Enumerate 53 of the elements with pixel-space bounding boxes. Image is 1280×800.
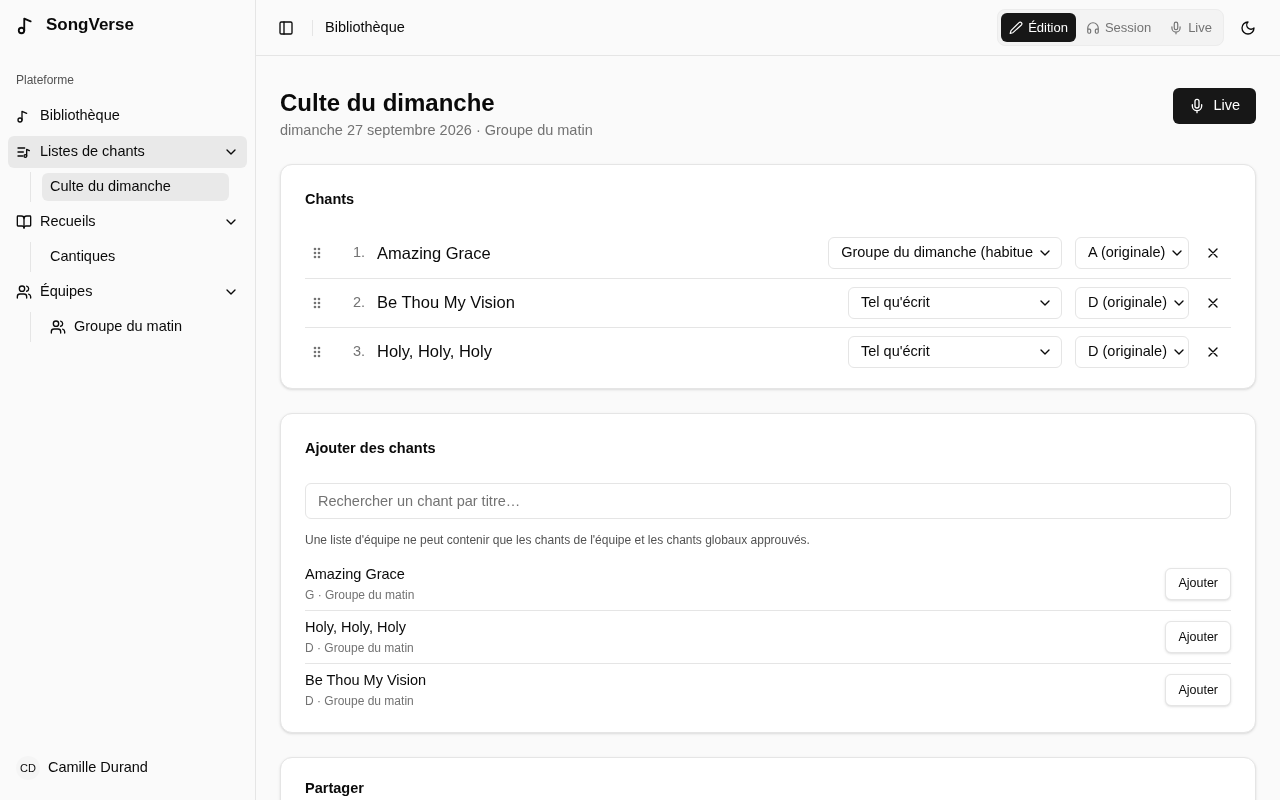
song-meta: D · Groupe du matin	[305, 693, 415, 711]
user-name: Camille Durand	[48, 758, 148, 778]
song-title: Holy, Holy, Holy	[377, 341, 493, 363]
song-title: Amazing Grace	[305, 564, 406, 584]
add-button[interactable]: Ajouter	[1165, 674, 1231, 707]
arrangement-select[interactable]: Tel qu'écrit	[848, 335, 1062, 368]
list-music-icon	[16, 144, 32, 160]
headphones-icon	[1085, 20, 1100, 35]
mode-tab[interactable]: Live	[1161, 13, 1220, 42]
users-icon	[50, 319, 66, 335]
mode-tab[interactable]: Édition	[1001, 13, 1076, 42]
users-icon	[16, 284, 32, 300]
page-title: Culte du dimanche	[280, 88, 496, 118]
app-name: SongVerse	[46, 14, 134, 37]
user-avatar: CD	[16, 756, 40, 780]
song-title: Amazing Grace	[377, 242, 492, 264]
section-label: Plateforme	[15, 72, 76, 88]
mode-tab[interactable]: Session	[1077, 13, 1160, 42]
add-button[interactable]: Ajouter	[1165, 567, 1231, 600]
sidebar-item[interactable]: Équipes	[8, 276, 247, 308]
song-meta: D · Groupe du matin	[305, 640, 415, 658]
page-subtitle: dimanche 27 septembre 2026 · Groupe du matin	[280, 121, 593, 140]
help-text: Une liste d'équipe ne peut contenir que les chants de l'équipe et les chants globaux approuvés.	[305, 532, 811, 550]
pencil-icon	[1009, 20, 1024, 35]
sidebar-item[interactable]: Recueils	[8, 206, 247, 238]
arrangement-select[interactable]: Tel qu'écrit	[848, 286, 1062, 319]
key-select[interactable]: A (originale)	[1075, 237, 1189, 269]
song-number: 1.	[351, 243, 366, 263]
add-button[interactable]: Ajouter	[1165, 621, 1231, 654]
moon-icon	[1240, 19, 1256, 36]
arrangement-select[interactable]: Groupe du dimanche (habitue	[828, 237, 1062, 269]
sidebar-toggle-icon	[278, 19, 294, 36]
sidebar-item[interactable]: Bibliothèque	[8, 100, 247, 132]
song-number: 3.	[351, 341, 366, 361]
card-title: Partager	[305, 779, 365, 799]
live-button[interactable]: Live	[1173, 88, 1256, 124]
key-select[interactable]: D (originale)	[1075, 286, 1189, 319]
sidebar-subitem[interactable]: Cantiques	[42, 243, 229, 271]
song-title: Holy, Holy, Holy	[305, 618, 407, 638]
sidebar-item[interactable]: Listes de chants	[8, 136, 247, 168]
breadcrumb: Bibliothèque	[325, 17, 405, 37]
card-title: Chants	[305, 189, 356, 209]
song-meta: G · Groupe du matin	[305, 586, 416, 604]
sidebar-subitem[interactable]: Culte du dimanche	[42, 173, 229, 201]
sidebar-subitem[interactable]: Groupe du matin	[42, 313, 229, 341]
song-number: 2.	[351, 292, 366, 312]
card-title: Ajouter des chants	[305, 438, 437, 458]
search-field[interactable]: Rechercher un chant par titre…	[305, 483, 1231, 520]
microphone-icon	[1169, 20, 1184, 35]
song-title: Be Thou My Vision	[377, 292, 516, 314]
key-select[interactable]: D (originale)	[1075, 335, 1189, 368]
song-title: Be Thou My Vision	[305, 671, 428, 691]
book-icon	[16, 214, 32, 230]
